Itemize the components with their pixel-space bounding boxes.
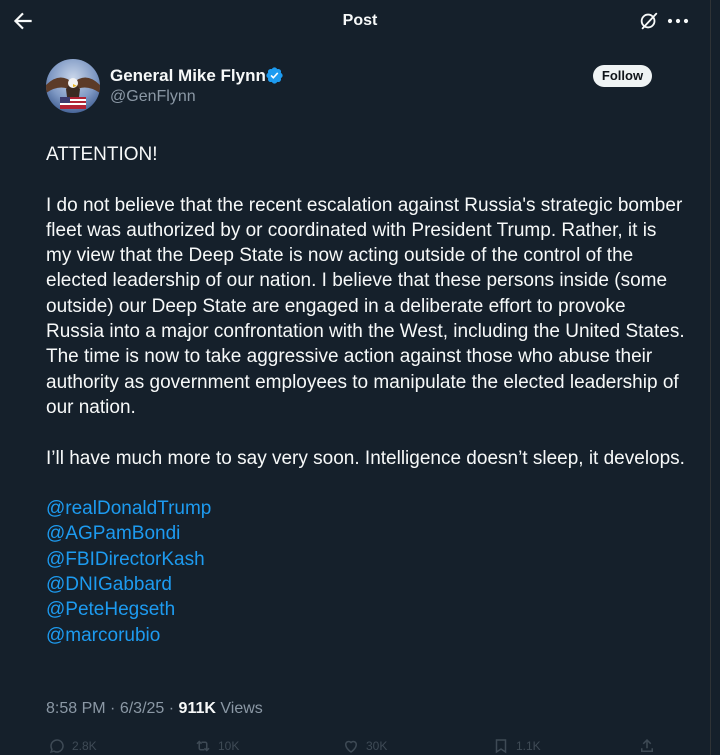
post-time[interactable]: 8:58 PM [46, 700, 106, 717]
mention-link[interactable]: @PeteHegseth [46, 597, 686, 622]
reply-button[interactable]: 2.8K [48, 736, 97, 755]
heart-icon [344, 740, 358, 753]
post-text: ATTENTION! I do not believe that the rec… [46, 142, 686, 648]
views-count[interactable]: 911K [179, 700, 216, 717]
share-button[interactable] [638, 736, 656, 755]
views-label: Views [220, 700, 263, 717]
repost-icon [196, 740, 210, 752]
more-options-button[interactable] [666, 11, 690, 31]
post-page: Post General Mike Flynn @GenFlynn Follow… [0, 0, 720, 755]
meta-separator: · [168, 700, 175, 717]
more-horizontal-icon [667, 18, 689, 24]
grok-button[interactable] [638, 10, 660, 32]
post-paragraph-1: I do not believe that the recent escalat… [46, 194, 685, 418]
author-handle[interactable]: @GenFlynn [110, 88, 196, 106]
mention-link[interactable]: @realDonaldTrump [46, 496, 686, 521]
verified-badge-icon [266, 67, 283, 84]
page-title: Post [342, 12, 378, 29]
meta-separator: · [110, 700, 116, 717]
action-bar: 2.8K 10K 30K 1.1K [0, 736, 720, 755]
bookmark-icon [495, 739, 507, 754]
grok-icon [640, 12, 658, 30]
top-bar: Post [0, 0, 720, 44]
mention-link[interactable]: @marcorubio [46, 623, 686, 648]
bookmark-count: 1.1K [516, 739, 541, 753]
share-icon [641, 738, 653, 752]
avatar-eagle-image [46, 59, 100, 113]
repost-button[interactable]: 10K [194, 736, 239, 755]
post-paragraph-2: I’ll have much more to say very soon. In… [46, 447, 685, 469]
reply-count: 2.8K [72, 739, 97, 753]
mention-link[interactable]: @DNIGabbard [46, 572, 686, 597]
repost-count: 10K [218, 739, 240, 753]
follow-button[interactable]: Follow [593, 65, 652, 87]
mention-link[interactable]: @FBIDirectorKash [46, 547, 686, 572]
mention-link[interactable]: @AGPamBondi [46, 521, 686, 546]
author-name[interactable]: General Mike Flynn [110, 66, 266, 86]
avatar[interactable] [46, 59, 100, 113]
like-button[interactable]: 30K [342, 736, 387, 755]
like-count: 30K [366, 739, 388, 753]
post-meta: 8:58 PM · 6/3/25 · 911K Views [46, 700, 263, 718]
right-divider [710, 0, 711, 755]
bookmark-button[interactable]: 1.1K [492, 736, 541, 755]
reply-icon [49, 739, 64, 754]
post-date[interactable]: 6/3/25 [120, 700, 164, 717]
post-heading: ATTENTION! [46, 144, 158, 165]
